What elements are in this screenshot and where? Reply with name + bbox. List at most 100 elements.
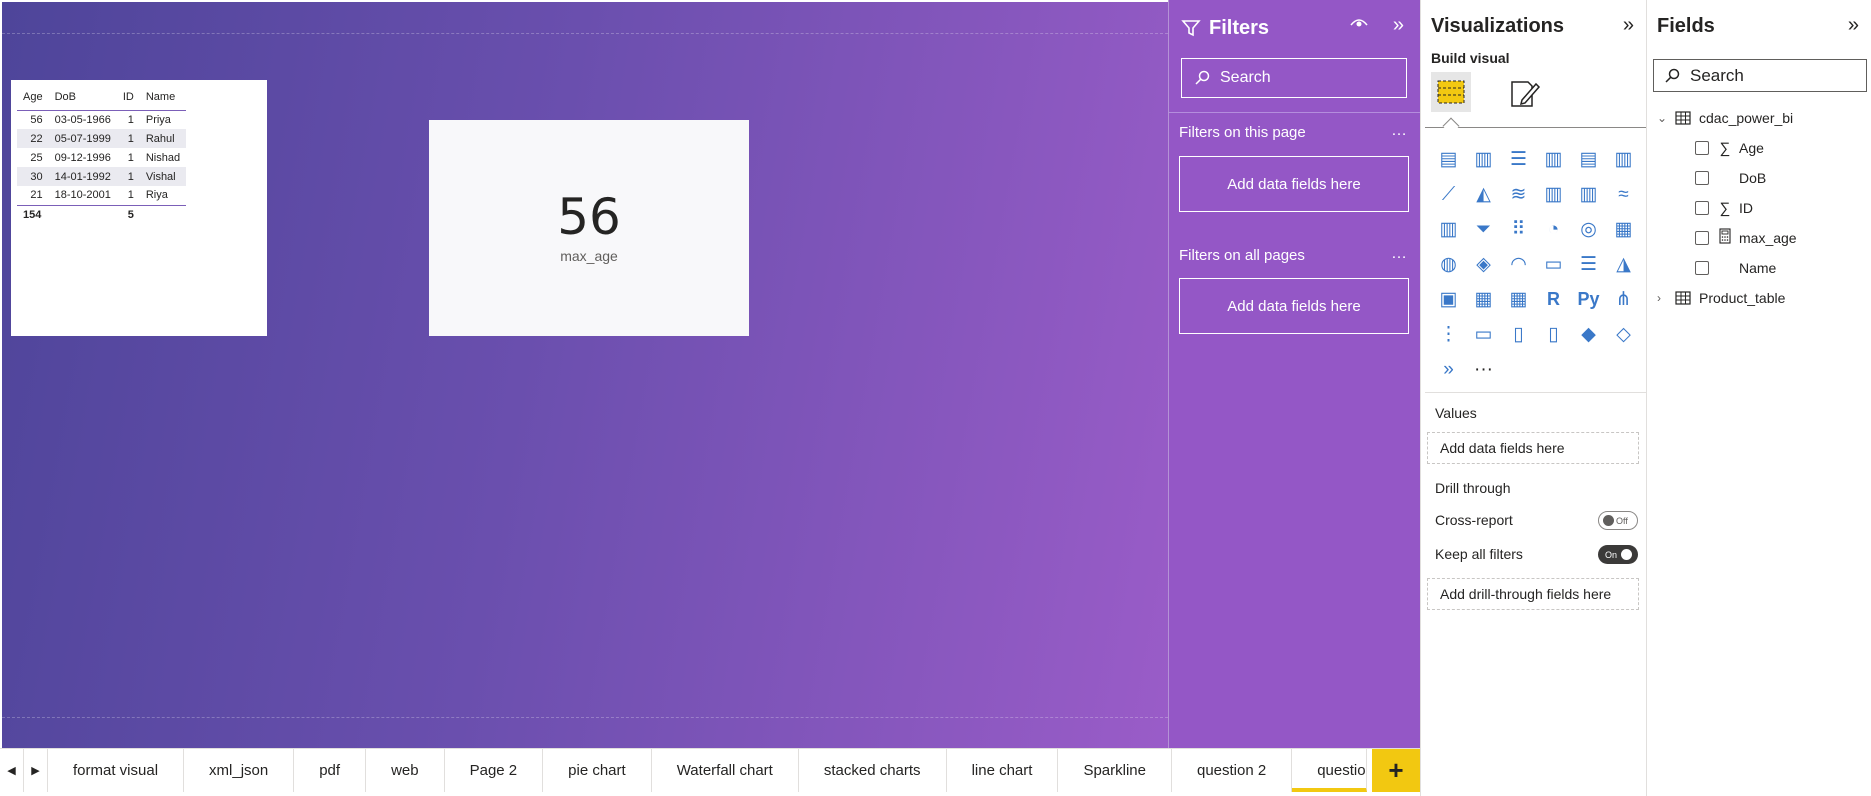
map-icon[interactable]: ◍ xyxy=(1431,247,1466,282)
chevron-right-icon[interactable]: › xyxy=(1657,291,1671,305)
page-tab[interactable]: pdf xyxy=(294,749,367,792)
stacked-column-chart-icon[interactable]: ▥ xyxy=(1466,142,1501,177)
page-tab[interactable]: Page 2 xyxy=(445,749,544,792)
table-row[interactable]: 56 03-05-1966 1 Priya xyxy=(17,110,186,129)
table-row[interactable]: 25 09-12-1996 1 Nishad xyxy=(17,148,186,167)
card-visual[interactable]: 56 max_age xyxy=(429,120,749,336)
page-tab-active[interactable]: question xyxy=(1292,749,1368,792)
pie-chart-icon[interactable]: ◔ xyxy=(1536,212,1571,247)
clustered-bar-chart-icon[interactable]: ☰ xyxy=(1501,142,1536,177)
column-header-name[interactable]: Name xyxy=(139,86,187,111)
scatter-chart-icon[interactable]: ⠿ xyxy=(1501,212,1536,247)
stacked-area-chart-icon[interactable]: ≋ xyxy=(1501,177,1536,212)
column-header-dob[interactable]: DoB xyxy=(48,86,117,111)
more-options-icon[interactable]: … xyxy=(1391,245,1408,263)
page-tab[interactable]: format visual xyxy=(48,749,185,792)
funnel-chart-icon[interactable]: ⏷ xyxy=(1466,212,1501,247)
slicer-icon[interactable]: ▣ xyxy=(1431,282,1466,317)
kpi-icon[interactable]: ◮ xyxy=(1606,247,1641,282)
more-visuals-icon[interactable]: ··· xyxy=(1466,352,1501,387)
collapse-filters-icon[interactable]: » xyxy=(1393,14,1404,37)
page-tab[interactable]: xml_json xyxy=(184,749,295,792)
collapse-fields-icon[interactable]: » xyxy=(1848,14,1859,37)
field-checkbox[interactable] xyxy=(1695,261,1709,275)
power-apps-icon[interactable]: ◇ xyxy=(1606,317,1641,352)
python-visual-icon[interactable]: Py xyxy=(1571,282,1606,317)
field-checkbox[interactable] xyxy=(1695,201,1709,215)
prev-page-button[interactable]: ◀ xyxy=(0,749,24,792)
line-chart-icon[interactable]: ⟋ xyxy=(1431,177,1466,212)
treemap-icon[interactable]: ▦ xyxy=(1606,212,1641,247)
add-page-button[interactable]: + xyxy=(1372,749,1420,792)
clustered-column-chart-icon[interactable]: ▥ xyxy=(1536,142,1571,177)
gauge-icon[interactable]: ◠ xyxy=(1501,247,1536,282)
line-and-stacked-column-chart-icon[interactable]: ▥ xyxy=(1536,177,1571,212)
cell-id: 1 xyxy=(116,167,140,186)
table-node-cdac-power-bi[interactable]: ⌄ cdac_power_bi xyxy=(1657,106,1793,130)
column-header-age[interactable]: Age xyxy=(17,86,49,111)
field-id[interactable]: ∑ ID xyxy=(1695,196,1753,220)
line-and-clustered-column-chart-icon[interactable]: ▥ xyxy=(1571,177,1606,212)
drill-through-drop-zone[interactable]: Add drill-through fields here xyxy=(1427,578,1639,610)
next-page-button[interactable]: ▶ xyxy=(24,749,48,792)
table-icon[interactable]: ▦ xyxy=(1466,282,1501,317)
page-tab[interactable]: web xyxy=(366,749,445,792)
filters-search-input[interactable]: Search xyxy=(1181,58,1407,98)
field-dob[interactable]: DoB xyxy=(1695,166,1766,190)
key-influencers-icon[interactable]: ⋔ xyxy=(1606,282,1641,317)
page-tab[interactable]: pie chart xyxy=(543,749,652,792)
filled-map-icon[interactable]: ◈ xyxy=(1466,247,1501,282)
table-row[interactable]: 21 18-10-2001 1 Riya xyxy=(17,186,186,205)
field-checkbox[interactable] xyxy=(1695,141,1709,155)
collapse-visualizations-icon[interactable]: » xyxy=(1623,14,1634,37)
report-canvas[interactable]: Age DoB ID Name 56 03-05-1966 1 Priya 22 xyxy=(2,2,1168,748)
field-age[interactable]: ∑ Age xyxy=(1695,136,1764,160)
page-filters-drop-zone[interactable]: Add data fields here xyxy=(1179,156,1409,212)
azure-map-icon[interactable]: ◆ xyxy=(1571,317,1606,352)
table-node-product-table[interactable]: › Product_table xyxy=(1657,286,1785,310)
eye-icon[interactable] xyxy=(1350,16,1368,30)
total-dob xyxy=(48,204,117,224)
table-row[interactable]: 30 14-01-1992 1 Vishal xyxy=(17,167,187,186)
table-row[interactable]: 22 05-07-1999 1 Rahul xyxy=(17,129,187,148)
build-visual-label: Build visual xyxy=(1431,50,1510,66)
donut-chart-icon[interactable]: ◎ xyxy=(1571,212,1606,247)
format-visual-tab[interactable] xyxy=(1505,74,1545,114)
area-chart-icon[interactable]: ◭ xyxy=(1466,177,1501,212)
multi-row-card-icon[interactable]: ☰ xyxy=(1571,247,1606,282)
fields-pane: Fields » Search ⌄ cdac_power_bi ∑ Age Do… xyxy=(1646,0,1871,796)
more-options-icon[interactable]: … xyxy=(1391,122,1408,140)
chevron-down-icon[interactable]: ⌄ xyxy=(1657,111,1671,125)
matrix-icon[interactable]: ▦ xyxy=(1501,282,1536,317)
page-tab[interactable]: Waterfall chart xyxy=(652,749,799,792)
ribbon-chart-icon[interactable]: ≈ xyxy=(1606,177,1641,212)
field-max-age[interactable]: max_age xyxy=(1695,226,1797,250)
page-tab[interactable]: line chart xyxy=(947,749,1059,792)
100-stacked-bar-chart-icon[interactable]: ▤ xyxy=(1571,142,1606,177)
values-drop-zone[interactable]: Add data fields here xyxy=(1427,432,1639,464)
field-checkbox[interactable] xyxy=(1695,231,1709,245)
page-tab[interactable]: Sparkline xyxy=(1058,749,1172,792)
r-visual-icon[interactable]: R xyxy=(1536,282,1571,317)
field-name-row[interactable]: Name xyxy=(1695,256,1776,280)
fields-search-input[interactable]: Search xyxy=(1653,59,1867,92)
field-checkbox[interactable] xyxy=(1695,171,1709,185)
stacked-bar-chart-icon[interactable]: ▤ xyxy=(1431,142,1466,177)
column-header-id[interactable]: ID xyxy=(116,86,140,111)
waterfall-chart-icon[interactable]: ▥ xyxy=(1431,212,1466,247)
100-stacked-column-chart-icon[interactable]: ▥ xyxy=(1606,142,1641,177)
table-visual[interactable]: Age DoB ID Name 56 03-05-1966 1 Priya 22 xyxy=(11,80,267,336)
page-tab[interactable]: stacked charts xyxy=(799,749,947,792)
paginated-report-icon[interactable]: ▯ xyxy=(1536,317,1571,352)
page-tab[interactable]: question 2 xyxy=(1172,749,1293,792)
keep-all-filters-state: On xyxy=(1605,549,1618,560)
smart-narrative-icon[interactable]: ▯ xyxy=(1501,317,1536,352)
cross-report-toggle[interactable]: Off xyxy=(1598,511,1638,530)
qa-icon[interactable]: ▭ xyxy=(1466,317,1501,352)
keep-all-filters-toggle[interactable]: On xyxy=(1598,545,1638,564)
power-automate-icon[interactable]: » xyxy=(1431,352,1466,387)
all-pages-filters-drop-zone[interactable]: Add data fields here xyxy=(1179,278,1409,334)
decomposition-tree-icon[interactable]: ⋮ xyxy=(1431,317,1466,352)
card-icon[interactable]: ▭ xyxy=(1536,247,1571,282)
build-visual-tab[interactable] xyxy=(1431,72,1471,112)
